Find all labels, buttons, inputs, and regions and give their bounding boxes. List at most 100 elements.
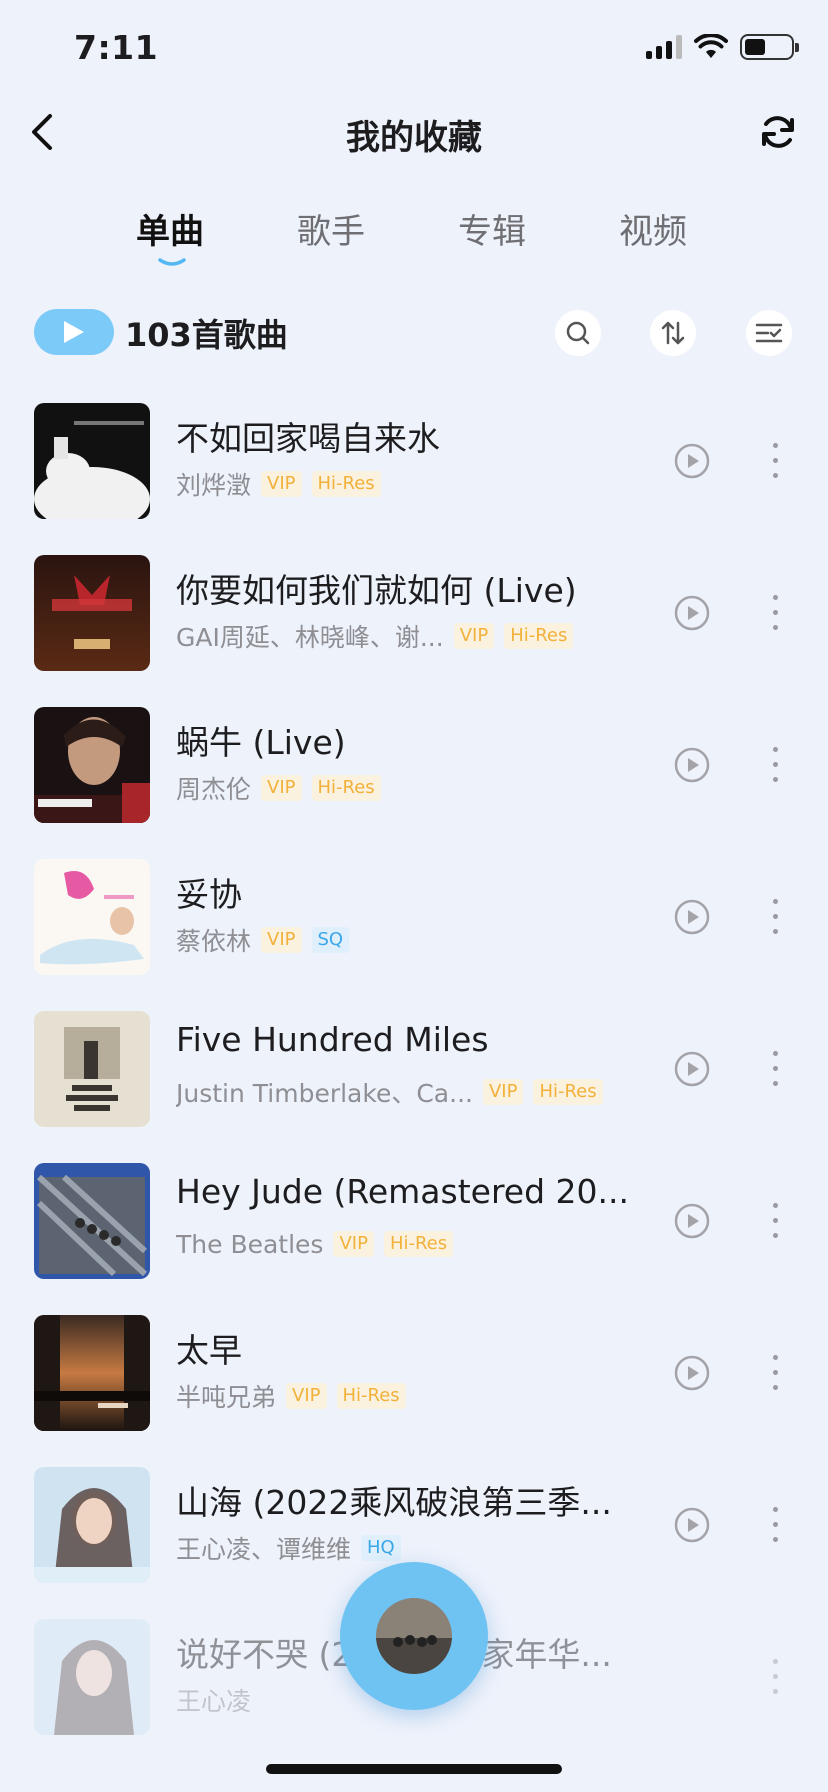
cellular-signal-icon [646,35,682,59]
vip-badge: VIP [261,927,302,953]
album-cover [34,1619,150,1735]
tab-songs[interactable]: 单曲 [136,204,204,253]
song-artist: 刘烨澂 [176,471,252,500]
vip-badge: VIP [482,1079,524,1105]
vip-badge: VIP [261,775,302,801]
hires-badge: Hi-Res [533,1079,603,1105]
page-title: 我的收藏 [346,118,482,158]
active-tab-indicator [158,258,186,266]
hires-badge: Hi-Res [504,623,574,649]
song-meta: Justin Timberlake、Ca... VIP Hi-Res [176,1076,603,1108]
tab-singers[interactable]: 歌手 [297,204,365,253]
more-options-button[interactable] [762,744,788,786]
play-all-button[interactable] [34,309,114,355]
song-meta: 蔡依林 VIP SQ [176,924,350,956]
more-options-button[interactable] [762,1352,788,1394]
song-title: 太早 [176,1331,242,1370]
album-cover [34,1011,150,1127]
more-options-button[interactable] [762,1048,788,1090]
vip-badge: VIP [286,1383,327,1409]
hires-badge: Hi-Res [311,775,381,801]
play-video-icon[interactable] [673,746,711,784]
song-artist: GAI周延、林晓峰、谢... [176,623,444,652]
song-meta: 周杰伦 VIP Hi-Res [176,772,381,804]
song-meta: 王心凌、谭维维 HQ [176,1532,401,1564]
song-row[interactable]: 你要如何我们就如何 (Live) GAI周延、林晓峰、谢... VIP Hi-R… [0,552,828,704]
song-row[interactable]: Hey Jude (Remastered 20... The Beatles V… [0,1160,828,1312]
album-cover [34,859,150,975]
song-artist: Justin Timberlake、Ca... [176,1079,473,1108]
song-artist: 蔡依林 [176,927,252,956]
song-artist: 王心凌、谭维维 [176,1535,352,1564]
vip-badge: VIP [261,471,302,497]
album-cover [34,707,150,823]
album-cover [34,555,150,671]
more-options-button[interactable] [762,896,788,938]
battery-icon [740,34,799,60]
sort-icon [661,321,685,345]
play-video-icon[interactable] [673,1202,711,1240]
song-meta: 刘烨澂 VIP Hi-Res [176,468,381,500]
song-title: 不如回家喝自来水 [176,419,440,458]
more-options-button[interactable] [762,1200,788,1242]
now-playing-cover [376,1598,452,1674]
album-cover [34,1315,150,1431]
mini-player-button[interactable] [340,1562,488,1710]
song-meta: The Beatles VIP Hi-Res [176,1228,454,1260]
tab-albums[interactable]: 专辑 [458,204,526,253]
sort-button[interactable] [650,310,696,356]
list-toolbar: 103首歌曲 [0,306,828,362]
tab-bar: 单曲 歌手 专辑 视频 [0,200,828,270]
song-artist: 半吨兄弟 [176,1383,277,1412]
more-options-button[interactable] [762,592,788,634]
status-icons [646,34,799,60]
song-artist: The Beatles [176,1229,324,1259]
more-options-button[interactable] [762,1504,788,1546]
hires-badge: Hi-Res [383,1231,454,1257]
vip-badge: VIP [333,1231,374,1257]
nav-bar: 我的收藏 [0,100,828,164]
song-title: Hey Jude (Remastered 20... [176,1172,629,1211]
song-title: Five Hundred Miles [176,1020,489,1059]
song-title: 山海 (2022乘风破浪第三季... [176,1483,612,1522]
play-video-icon[interactable] [673,898,711,936]
song-meta: 半吨兄弟 VIP Hi-Res [176,1380,406,1412]
album-cover [34,1163,150,1279]
multi-select-button[interactable] [746,310,792,356]
refresh-button[interactable] [758,112,798,152]
search-button[interactable] [555,310,601,356]
search-icon [566,321,590,345]
play-video-icon[interactable] [673,594,711,632]
song-artist: 王心凌 [176,1687,252,1716]
tab-videos[interactable]: 视频 [619,204,687,253]
hq-badge: HQ [361,1535,401,1561]
status-time: 7:11 [74,28,159,67]
hires-badge: Hi-Res [311,471,381,497]
song-title: 蜗牛 (Live) [176,723,346,762]
status-bar: 7:11 [0,0,828,100]
more-options-button[interactable] [762,440,788,482]
play-video-icon[interactable] [673,442,711,480]
play-video-icon[interactable] [673,1050,711,1088]
checklist-icon [755,323,783,343]
sq-badge: SQ [311,927,350,953]
song-row[interactable]: 蜗牛 (Live) 周杰伦 VIP Hi-Res [0,704,828,856]
song-row[interactable]: 妥协 蔡依林 VIP SQ [0,856,828,1008]
hires-badge: Hi-Res [336,1383,406,1409]
album-cover [34,403,150,519]
song-row[interactable]: 太早 半吨兄弟 VIP Hi-Res [0,1312,828,1464]
play-video-icon[interactable] [673,1506,711,1544]
song-artist: 周杰伦 [176,775,252,804]
song-meta: 王心凌 [176,1684,251,1716]
song-title: 妥协 [176,875,242,914]
song-row[interactable]: 不如回家喝自来水 刘烨澂 VIP Hi-Res [0,400,828,552]
more-options-button[interactable] [762,1656,788,1698]
song-count: 103首歌曲 [125,316,288,354]
album-cover [34,1467,150,1583]
song-title: 你要如何我们就如何 (Live) [176,571,577,610]
home-indicator [266,1764,562,1774]
song-row[interactable]: Five Hundred Miles Justin Timberlake、Ca.… [0,1008,828,1160]
wifi-icon [694,34,728,58]
song-meta: GAI周延、林晓峰、谢... VIP Hi-Res [176,620,574,652]
play-video-icon[interactable] [673,1354,711,1392]
